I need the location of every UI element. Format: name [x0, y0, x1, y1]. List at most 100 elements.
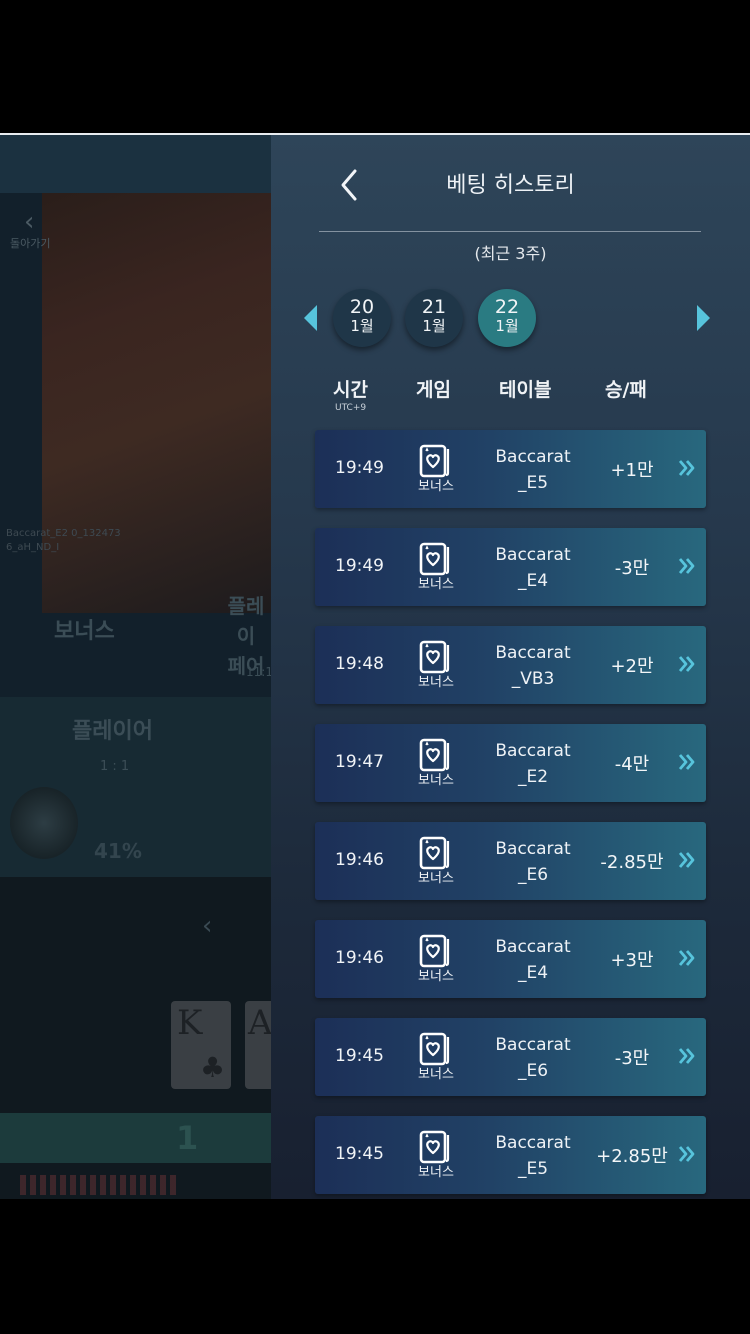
date-chip[interactable]: 21 1월 [405, 289, 463, 347]
row-result: +3만 [610, 950, 654, 971]
roadmap-dots [20, 1175, 180, 1195]
date-day: 22 [494, 296, 520, 318]
row-table-line1: Baccarat [495, 1035, 571, 1055]
row-table: Baccarat _E4 [483, 542, 583, 594]
table-id: Baccarat_E2 0_1324736_aH_ND_I [6, 528, 121, 553]
card-heart-icon [419, 1032, 450, 1066]
panel-title-text: 베팅 히스토리 [446, 173, 575, 198]
history-row[interactable]: 19:46 보너스 Baccarat _E6 -2.85만 [315, 822, 706, 900]
row-table-line2: _E6 [517, 865, 549, 885]
background-game: ‹ 돌아가기 Baccarat_E2 0_1324736_aH_ND_I 보너스… [0, 135, 272, 1199]
history-row[interactable]: 19:45 보너스 Baccarat _E6 -3만 [315, 1018, 706, 1096]
date-month: 1월 [350, 317, 374, 335]
date-chip[interactable]: 20 1월 [333, 289, 391, 347]
history-row[interactable]: 19:49 보너스 Baccarat _E4 -3만 [315, 528, 706, 606]
card-heart-icon [419, 934, 450, 968]
row-time: 19:49 [335, 458, 384, 478]
row-game: 보너스 [415, 1028, 457, 1082]
date-chip-selected[interactable]: 22 1월 [478, 289, 536, 347]
card-heart-icon [419, 444, 450, 478]
row-time: 19:45 [335, 1046, 384, 1066]
date-month: 1월 [495, 317, 519, 335]
date-day: 20 [349, 296, 375, 318]
row-game-label: 보너스 [418, 1067, 454, 1082]
card-heart-icon [419, 836, 450, 870]
row-table-line2: _E6 [517, 1061, 549, 1081]
row-game: 보너스 [415, 832, 457, 886]
game-header [0, 135, 272, 193]
row-game-label: 보너스 [418, 969, 454, 984]
row-table: Baccarat _E5 [483, 1130, 583, 1182]
row-table-line1: Baccarat [495, 741, 571, 761]
row-result: -2.85만 [600, 852, 664, 873]
row-table-line1: Baccarat [495, 937, 571, 957]
row-game-label: 보너스 [418, 479, 454, 494]
card-heart-icon [419, 738, 450, 772]
row-game-label: 보너스 [418, 577, 454, 592]
row-result: -3만 [614, 1048, 650, 1069]
title-divider [319, 231, 701, 232]
date-prev-arrow[interactable] [304, 305, 317, 331]
row-table-line1: Baccarat [495, 1133, 571, 1153]
row-result: -4만 [614, 754, 650, 775]
score-count: 1 [176, 1119, 199, 1157]
row-table: Baccarat _E6 [483, 1032, 583, 1084]
back-label: 돌아가기 [10, 237, 51, 250]
row-table: Baccarat _E2 [483, 738, 583, 790]
row-time: 19:47 [335, 752, 384, 772]
history-row[interactable]: 19:45 보너스 Baccarat _E5 +2.85만 [315, 1116, 706, 1194]
chip-stack-icon [10, 787, 78, 859]
row-time: 19:48 [335, 654, 384, 674]
date-next-arrow[interactable] [697, 305, 710, 331]
row-result: +2.85만 [596, 1146, 668, 1167]
row-result: -3만 [614, 558, 650, 579]
column-header-table: 테이블 [499, 379, 552, 401]
score-bar [0, 1113, 272, 1163]
row-game-label: 보너스 [418, 773, 454, 788]
row-table: Baccarat _E6 [483, 836, 583, 888]
row-game: 보너스 [415, 1126, 457, 1180]
row-table: Baccarat _E4 [483, 934, 583, 986]
card-rank: A [248, 1003, 272, 1043]
row-game: 보너스 [415, 636, 457, 690]
row-table-line2: _E5 [517, 1159, 549, 1179]
row-game-label: 보너스 [418, 871, 454, 886]
bet-area-bonus: 보너스 [54, 619, 115, 644]
double-chevron-right-icon [678, 1048, 695, 1064]
history-row[interactable]: 19:48 보너스 Baccarat _VB3 +2만 [315, 626, 706, 704]
history-row[interactable]: 19:49 보너스 Baccarat _E5 +1만 [315, 430, 706, 508]
date-month: 1월 [422, 317, 446, 335]
player-odds: 1 : 1 [100, 759, 130, 774]
panel-title: 베팅 히스토리 [271, 167, 750, 199]
chevron-left-icon: ‹ [24, 207, 35, 237]
row-table-line1: Baccarat [495, 839, 571, 859]
double-chevron-right-icon [678, 852, 695, 868]
double-chevron-right-icon [678, 656, 695, 672]
double-chevron-right-icon [678, 1146, 695, 1162]
player-pair-line1: 플레이 [227, 594, 265, 648]
row-table-line2: _VB3 [511, 669, 555, 689]
history-row[interactable]: 19:46 보너스 Baccarat _E4 +3만 [315, 920, 706, 998]
row-time: 19:46 [335, 850, 384, 870]
date-day: 21 [421, 296, 447, 318]
row-table-line2: _E4 [517, 571, 549, 591]
card-heart-icon [419, 640, 450, 674]
row-table-line1: Baccarat [495, 643, 571, 663]
column-header-time: 시간 [333, 379, 368, 401]
double-chevron-right-icon [678, 754, 695, 770]
history-list: 19:49 보너스 Baccarat _E5 +1만 19:49 보너스 Bac… [315, 430, 706, 1199]
double-chevron-right-icon [678, 558, 695, 574]
column-header-result: 승/패 [605, 379, 647, 401]
row-game-label: 보너스 [418, 1165, 454, 1180]
bet-area-player: 플레이어 [72, 719, 153, 744]
row-game-label: 보너스 [418, 675, 454, 690]
row-table: Baccarat _VB3 [483, 640, 583, 692]
history-row[interactable]: 19:47 보너스 Baccarat _E2 -4만 [315, 724, 706, 802]
row-time: 19:46 [335, 948, 384, 968]
row-time: 19:45 [335, 1144, 384, 1164]
column-header-timezone: UTC+9 [335, 403, 367, 413]
row-table-line2: _E4 [517, 963, 549, 983]
row-table-line1: Baccarat [495, 447, 571, 467]
row-game: 보너스 [415, 930, 457, 984]
double-chevron-right-icon [678, 460, 695, 476]
